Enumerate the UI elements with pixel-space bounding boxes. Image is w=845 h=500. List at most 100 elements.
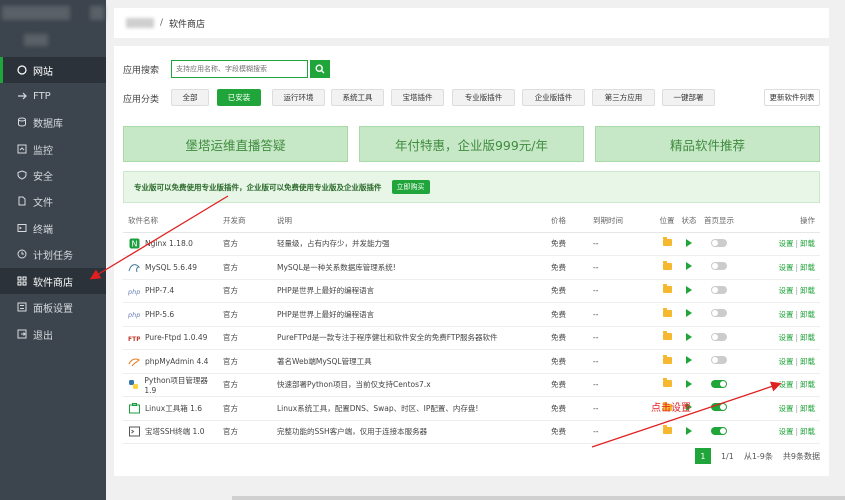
play-icon[interactable]: [686, 238, 692, 247]
banner-live-qa[interactable]: 堡塔运维直播答疑: [123, 126, 348, 162]
blurred-server-ip: [24, 34, 48, 46]
uninstall-link[interactable]: 卸载: [800, 404, 815, 413]
settings-link[interactable]: 设置: [778, 263, 793, 272]
banner-recommended[interactable]: 精品软件推荐: [595, 126, 820, 162]
sidebar-item-ftp[interactable]: FTP: [0, 83, 106, 109]
sidebar-item-label: 网站: [33, 66, 53, 78]
settings-link[interactable]: 设置: [778, 357, 793, 366]
settings-link[interactable]: 设置: [778, 404, 793, 413]
folder-icon[interactable]: [662, 284, 672, 294]
sidebar-item-software-store[interactable]: 软件商店: [0, 268, 106, 294]
folder-icon[interactable]: [662, 331, 672, 341]
settings-link[interactable]: 设置: [778, 333, 793, 342]
page-total: 共9条数据: [782, 451, 820, 461]
settings-link[interactable]: 设置: [778, 286, 793, 295]
home-display-toggle[interactable]: [711, 403, 727, 412]
sidebar-item-cron[interactable]: 计划任务: [0, 241, 106, 267]
uninstall-link[interactable]: 卸载: [800, 310, 815, 319]
category-installed[interactable]: 已安装: [217, 89, 261, 106]
folder-icon[interactable]: [662, 260, 672, 270]
blurred-breadcrumb-home[interactable]: [126, 18, 154, 28]
category-system-tools[interactable]: 系统工具: [331, 89, 384, 106]
software-store-panel: 应用搜索 应用分类 全部 已安装 运行环境 系统工具 宝塔插件 专业版插件 企业…: [114, 46, 829, 476]
software-name[interactable]: phpMyAdmin 4.4: [145, 357, 208, 366]
cell-actions: 设置 | 卸载: [738, 396, 820, 421]
software-name[interactable]: Nginx 1.18.0: [145, 239, 193, 248]
category-third-party[interactable]: 第三方应用: [592, 89, 655, 106]
category-bt-plugins[interactable]: 宝塔插件: [391, 89, 444, 106]
blurred-server-name: [2, 6, 70, 20]
category-runtime[interactable]: 运行环境: [272, 89, 325, 106]
page-1-button[interactable]: 1: [694, 448, 711, 464]
sidebar-item-panel-settings[interactable]: 面板设置: [0, 294, 106, 320]
software-name[interactable]: Linux工具箱 1.6: [145, 403, 202, 414]
col-name: 软件名称: [123, 210, 218, 233]
software-name[interactable]: Python项目管理器 1.9: [144, 375, 218, 395]
software-name[interactable]: 宝塔SSH终端 1.0: [145, 426, 204, 437]
uninstall-link[interactable]: 卸载: [800, 333, 815, 342]
uninstall-link[interactable]: 卸载: [800, 380, 815, 389]
mysql-icon: [128, 261, 140, 273]
category-enterprise-plugins[interactable]: 企业版插件: [522, 89, 585, 106]
sidebar-item-files[interactable]: 文件: [0, 188, 106, 214]
search-button[interactable]: [310, 60, 331, 78]
home-display-toggle[interactable]: [711, 426, 727, 435]
horizontal-scrollbar[interactable]: [232, 496, 845, 500]
settings-link[interactable]: 设置: [778, 427, 793, 436]
uninstall-link[interactable]: 卸载: [800, 357, 815, 366]
cell-expire: --: [588, 420, 656, 444]
category-all[interactable]: 全部: [171, 89, 209, 106]
home-display-toggle[interactable]: [711, 332, 727, 341]
folder-icon[interactable]: [662, 425, 672, 435]
settings-link[interactable]: 设置: [778, 380, 793, 389]
category-pro-plugins[interactable]: 专业版插件: [452, 89, 515, 106]
play-icon[interactable]: [686, 379, 692, 388]
home-display-toggle[interactable]: [711, 238, 727, 247]
category-one-click-deploy[interactable]: 一键部署: [662, 89, 715, 106]
software-name[interactable]: Pure-Ftpd 1.0.49: [145, 333, 207, 342]
play-icon[interactable]: [686, 309, 692, 318]
banner-annual-discount[interactable]: 年付特惠，企业版999元/年: [359, 126, 584, 162]
cell-home-display: [700, 373, 738, 397]
cell-status: [678, 279, 700, 303]
uninstall-link[interactable]: 卸载: [800, 286, 815, 295]
settings-link[interactable]: 设置: [778, 239, 793, 248]
home-display-toggle[interactable]: [711, 285, 727, 294]
sidebar-item-website[interactable]: 网站: [0, 57, 106, 83]
nginx-icon: N: [128, 238, 140, 250]
shield-icon: [16, 170, 27, 181]
sidebar-item-logout[interactable]: 退出: [0, 321, 106, 347]
play-icon[interactable]: [686, 426, 692, 435]
play-icon[interactable]: [686, 356, 692, 365]
cell-home-display: [700, 302, 738, 327]
folder-icon[interactable]: [662, 307, 672, 317]
folder-icon[interactable]: [662, 354, 672, 364]
software-name[interactable]: PHP-7.4: [145, 286, 174, 295]
home-display-toggle[interactable]: [711, 356, 727, 365]
sidebar-item-monitor[interactable]: 监控: [0, 136, 106, 162]
uninstall-link[interactable]: 卸载: [800, 263, 815, 272]
update-software-list-button[interactable]: 更新软件列表: [764, 89, 820, 106]
cell-name: 宝塔SSH终端 1.0: [123, 420, 218, 444]
cell-name: Python项目管理器 1.9: [123, 373, 218, 397]
home-display-toggle[interactable]: [711, 379, 727, 388]
cell-status: [678, 326, 700, 350]
software-name[interactable]: MySQL 5.6.49: [145, 263, 197, 272]
home-display-toggle[interactable]: [711, 262, 727, 271]
uninstall-link[interactable]: 卸载: [800, 427, 815, 436]
sidebar-item-database[interactable]: 数据库: [0, 109, 106, 135]
uninstall-link[interactable]: 卸载: [800, 239, 815, 248]
play-icon[interactable]: [686, 262, 692, 271]
search-input[interactable]: [171, 60, 309, 78]
buy-now-button[interactable]: 立即购买: [391, 180, 430, 194]
software-name[interactable]: PHP-5.6: [145, 310, 174, 319]
folder-icon[interactable]: [662, 237, 672, 247]
table-row: FTP Pure-Ftpd 1.0.49 官方 PureFTPd是一款专注于程序健壮和…: [123, 326, 820, 350]
sidebar-item-terminal[interactable]: 终端: [0, 215, 106, 241]
play-icon[interactable]: [686, 285, 692, 294]
sidebar-item-security[interactable]: 安全: [0, 162, 106, 188]
folder-icon[interactable]: [662, 378, 672, 388]
settings-link[interactable]: 设置: [778, 310, 793, 319]
home-display-toggle[interactable]: [711, 309, 727, 318]
play-icon[interactable]: [686, 332, 692, 341]
